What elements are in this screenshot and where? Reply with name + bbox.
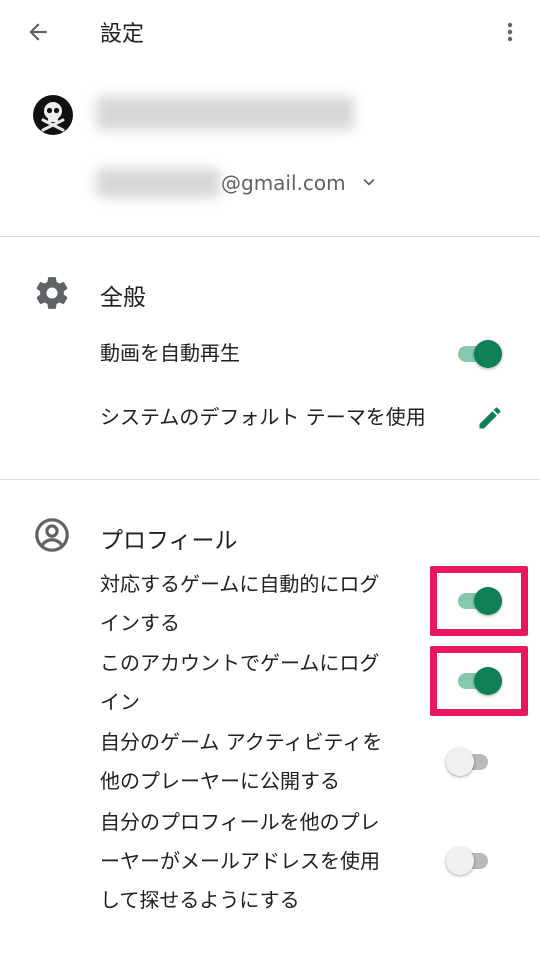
toggle-thumb — [446, 847, 474, 875]
setting-label-line-2: ーヤーがメールアドレスを使用 — [100, 849, 380, 873]
email-domain: @gmail.com — [221, 171, 346, 195]
toggle-thumb — [474, 587, 502, 615]
more-vert-icon — [507, 22, 513, 42]
toggle-thumb — [474, 340, 502, 368]
pencil-icon[interactable] — [476, 404, 504, 432]
avatar — [33, 95, 73, 135]
account-circle-icon — [35, 518, 69, 552]
gear-icon — [36, 277, 68, 309]
setting-label-line-1: 自分のプロフィールを他のプレ — [100, 810, 380, 834]
setting-label-line-1: 自分のゲーム アクティビティを — [100, 730, 383, 754]
find-by-email-toggle[interactable] — [446, 843, 492, 879]
skull-crossbones-icon — [41, 102, 65, 132]
setting-label-line-1: 対応するゲームに自動的にログ — [100, 572, 380, 596]
divider — [0, 479, 540, 480]
setting-label: システムのデフォルト テーマを使用 — [100, 405, 426, 429]
setting-row-game-activity[interactable]: 自分のゲーム アクティビティを 他のプレーヤーに公開する — [0, 723, 540, 801]
setting-row-autoplay[interactable]: 動画を自動再生 — [0, 334, 540, 374]
chevron-down-icon — [363, 178, 375, 186]
sign-in-with-account-toggle[interactable] — [456, 663, 502, 699]
setting-label-line-2: 他のプレーヤーに公開する — [100, 769, 340, 793]
setting-label-line-2: イン — [100, 690, 140, 714]
account-name-redacted — [96, 96, 354, 130]
autoplay-toggle[interactable] — [456, 336, 502, 372]
more-options-button[interactable] — [490, 12, 530, 52]
setting-label-line-3: して探せるようにする — [100, 888, 300, 912]
auto-sign-in-toggle[interactable] — [456, 583, 502, 619]
page-title: 設定 — [100, 22, 145, 47]
setting-label-line-2: インする — [100, 611, 180, 635]
arrow-left-icon — [29, 23, 47, 41]
game-activity-toggle[interactable] — [446, 744, 492, 780]
setting-label-line-1: このアカウントでゲームにログ — [100, 651, 380, 675]
account-switcher[interactable]: @gmail.com — [96, 162, 386, 204]
back-button[interactable] — [18, 12, 58, 52]
divider — [0, 236, 540, 237]
email-local-part-redacted — [96, 168, 220, 198]
setting-row-theme[interactable]: システムのデフォルト テーマを使用 — [0, 398, 540, 438]
setting-row-find-by-email[interactable]: 自分のプロフィールを他のプレ ーヤーがメールアドレスを使用 して探せるようにする — [0, 803, 540, 920]
section-title-profile: プロフィール — [100, 528, 238, 554]
toggle-thumb — [446, 748, 474, 776]
section-title-general: 全般 — [100, 285, 146, 311]
toggle-thumb — [474, 667, 502, 695]
setting-label: 動画を自動再生 — [100, 341, 240, 365]
